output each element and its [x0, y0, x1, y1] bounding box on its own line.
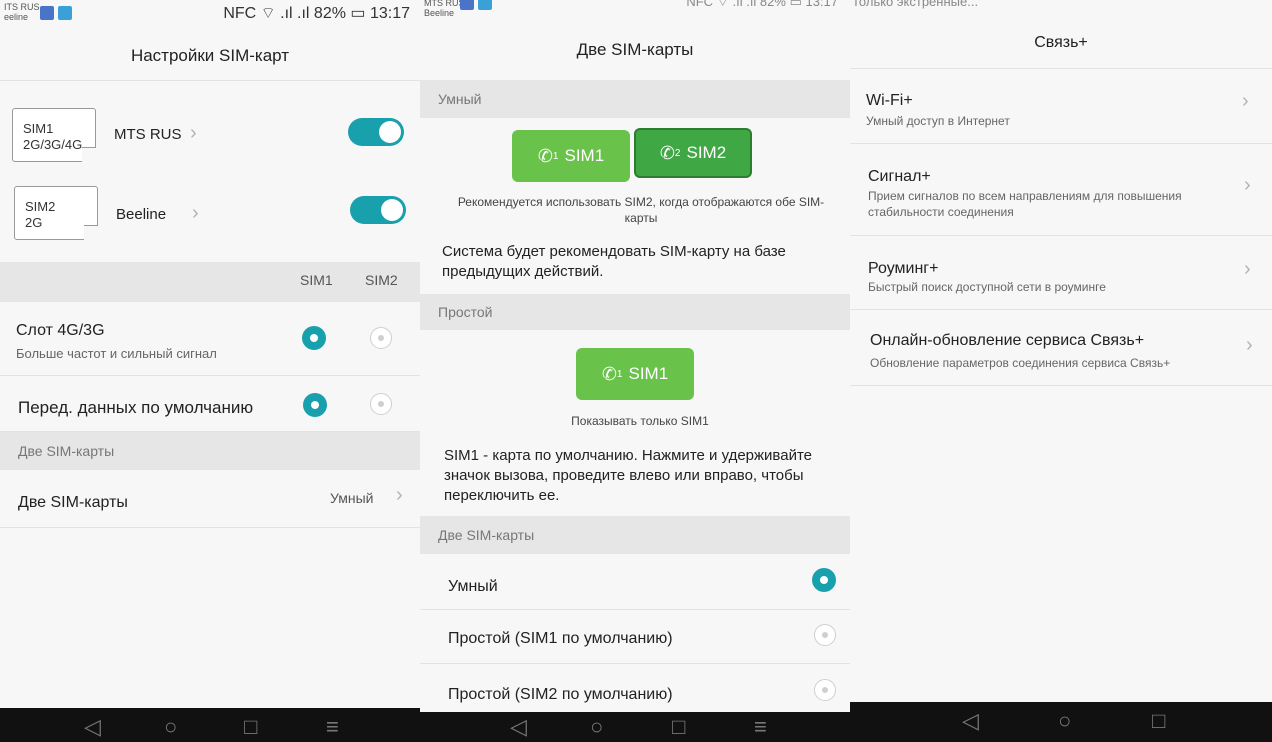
- back-icon[interactable]: ◁: [510, 714, 527, 740]
- section-dual-sim: Две SIM-карты: [0, 432, 420, 470]
- item-wifi-plus[interactable]: Wi-Fi+ Умный доступ в Интернет ›: [850, 70, 1272, 144]
- nav-bar: ◁ ○ □ ≡: [0, 708, 420, 742]
- option-simple-sim1[interactable]: Простой (SIM1 по умолчанию): [420, 610, 850, 664]
- status-bar: ITS RUS eeline NFC ⌔ .ıl .ıl 82% ▭ 13:17: [0, 0, 420, 30]
- sim1-card-icon: SIM1 2G/3G/4G: [12, 108, 96, 162]
- sim2-operator: Beeline: [116, 206, 167, 223]
- item-label: Сигнал+: [868, 168, 931, 185]
- page-title: Связь+: [1034, 34, 1088, 51]
- data-label: Перед. данных по умолчанию: [18, 398, 254, 417]
- sim-settings-screen: ITS RUS eeline NFC ⌔ .ıl .ıl 82% ▭ 13:17…: [0, 0, 420, 742]
- dual-sim-row[interactable]: Две SIM-карты Умный ›: [0, 470, 420, 528]
- nav-bar: ◁ ○ □ ≡: [420, 712, 850, 742]
- home-icon[interactable]: ○: [590, 714, 603, 740]
- simple-description: SIM1 - карта по умолчанию. Нажмите и уде…: [444, 447, 812, 504]
- slot-4g-row: Слот 4G/3G Больше частот и сильный сигна…: [0, 302, 420, 376]
- item-online-update[interactable]: Онлайн-обновление сервиса Связь+ Обновле…: [850, 310, 1272, 386]
- smart-hint: Рекомендуется использовать SIM2, когда о…: [457, 195, 825, 225]
- dual-sim-screen: MTS RUS Beeline NFC ⌔ .ıl .ıl 82% ▭ 13:1…: [420, 0, 850, 742]
- dual-sim-label: Две SIM-карты: [18, 494, 128, 511]
- item-sub: Прием сигналов по всем направлениям для …: [868, 189, 1182, 219]
- option-simple-sim2[interactable]: Простой (SIM2 по умолчанию): [420, 664, 850, 714]
- carrier-label: ITS RUS eeline: [4, 2, 40, 22]
- sim1-row[interactable]: SIM1 2G/3G/4G MTS RUS ›: [0, 96, 420, 176]
- carrier-label: MTS RUS Beeline: [424, 0, 465, 18]
- data-sim2-radio[interactable]: [370, 393, 392, 415]
- option-smart-radio[interactable]: [812, 568, 836, 592]
- simple-hint: Показывать только SIM1: [571, 414, 709, 428]
- smart-sim1-button[interactable]: ✆ 1 SIM1: [512, 130, 630, 182]
- status-bar: Только экстренные...: [850, 0, 1272, 30]
- notification-icon: [40, 6, 54, 20]
- recents-icon[interactable]: □: [244, 714, 257, 740]
- chevron-right-icon: ›: [1242, 90, 1249, 112]
- page-title: Две SIM-карты: [576, 40, 694, 59]
- home-icon[interactable]: ○: [1058, 708, 1071, 734]
- sim2-toggle[interactable]: [350, 196, 406, 224]
- page-title: Настройки SIM-карт: [130, 46, 290, 65]
- item-sub: Обновление параметров соединения сервиса…: [870, 356, 1171, 370]
- option-label: Простой (SIM1 по умолчанию): [448, 630, 673, 647]
- recents-icon[interactable]: □: [1152, 708, 1165, 734]
- item-sub: Умный доступ в Интернет: [866, 114, 1010, 128]
- notification-icon: [478, 0, 492, 10]
- chevron-right-icon: ›: [1244, 258, 1251, 280]
- status-right: NFC ⌔ .ıl .ıl 82% ▭ 13:17: [686, 0, 838, 9]
- notification-icons: [460, 0, 492, 10]
- menu-icon[interactable]: ≡: [326, 714, 339, 740]
- slot-sim1-radio[interactable]: [302, 326, 326, 350]
- back-icon[interactable]: ◁: [962, 708, 979, 734]
- simple-sim1-button[interactable]: ✆ 1 SIM1: [576, 348, 694, 400]
- status-bar: MTS RUS Beeline NFC ⌔ .ıl .ıl 82% ▭ 13:1…: [420, 0, 850, 30]
- section-dual-sim: Две SIM-карты: [420, 516, 850, 554]
- option-smart[interactable]: Умный: [420, 556, 850, 610]
- smart-sim2-button[interactable]: ✆ 2 SIM2: [634, 128, 752, 178]
- section-simple: Простой: [420, 294, 850, 330]
- chevron-right-icon: ›: [396, 484, 403, 506]
- home-icon[interactable]: ○: [164, 714, 177, 740]
- smart-description: Система будет рекомендовать SIM-карту на…: [442, 243, 786, 280]
- menu-icon[interactable]: ≡: [754, 714, 767, 740]
- chevron-right-icon: ›: [1244, 174, 1251, 196]
- option-simple-sim2-radio[interactable]: [814, 679, 836, 701]
- option-simple-sim1-radio[interactable]: [814, 624, 836, 646]
- sim2-row[interactable]: SIM2 2G Beeline ›: [0, 176, 420, 256]
- item-label: Роуминг+: [868, 260, 939, 277]
- notification-icon: [58, 6, 72, 20]
- phone-icon: ✆: [659, 142, 675, 163]
- slot-sub: Больше частот и сильный сигнал: [16, 346, 217, 361]
- sim1-toggle[interactable]: [348, 118, 404, 146]
- default-data-row: Перед. данных по умолчанию: [0, 376, 420, 432]
- item-sub: Быстрый поиск доступной сети в роуминге: [868, 280, 1106, 294]
- col-sim2: SIM2: [365, 272, 398, 288]
- option-label: Умный: [448, 578, 498, 595]
- sim1-operator: MTS RUS: [114, 126, 182, 143]
- item-roaming-plus[interactable]: Роуминг+ Быстрый поиск доступной сети в …: [850, 236, 1272, 310]
- dual-sim-value: Умный: [330, 490, 374, 506]
- data-sim1-radio[interactable]: [303, 393, 327, 417]
- back-icon[interactable]: ◁: [84, 714, 101, 740]
- phone-icon: ✆: [537, 145, 553, 166]
- notification-icons: [40, 6, 72, 20]
- item-label: Онлайн-обновление сервиса Связь+: [870, 332, 1145, 349]
- section-smart: Умный: [420, 80, 850, 118]
- sim-columns-header: SIM1 SIM2: [0, 262, 420, 302]
- status-right: NFC ⌔ .ıl .ıl 82% ▭ 13:17: [223, 5, 410, 22]
- item-signal-plus[interactable]: Сигнал+ Прием сигналов по всем направлен…: [850, 144, 1272, 236]
- chevron-right-icon: ›: [1246, 334, 1253, 356]
- notification-icon: [460, 0, 474, 10]
- status-left: Только экстренные...: [852, 0, 979, 9]
- recents-icon[interactable]: □: [672, 714, 685, 740]
- slot-label: Слот 4G/3G: [16, 322, 105, 339]
- slot-sim2-radio[interactable]: [370, 327, 392, 349]
- chevron-right-icon: ›: [190, 122, 197, 144]
- item-label: Wi-Fi+: [866, 92, 913, 109]
- nav-bar: ◁ ○ □: [850, 702, 1272, 742]
- phone-icon: ✆: [601, 363, 617, 384]
- chevron-right-icon: ›: [192, 202, 199, 224]
- col-sim1: SIM1: [300, 272, 333, 288]
- svyaz-plus-screen: Только экстренные... Связь+ Wi-Fi+ Умный…: [850, 0, 1272, 742]
- sim2-card-icon: SIM2 2G: [14, 186, 98, 240]
- option-label: Простой (SIM2 по умолчанию): [448, 686, 673, 703]
